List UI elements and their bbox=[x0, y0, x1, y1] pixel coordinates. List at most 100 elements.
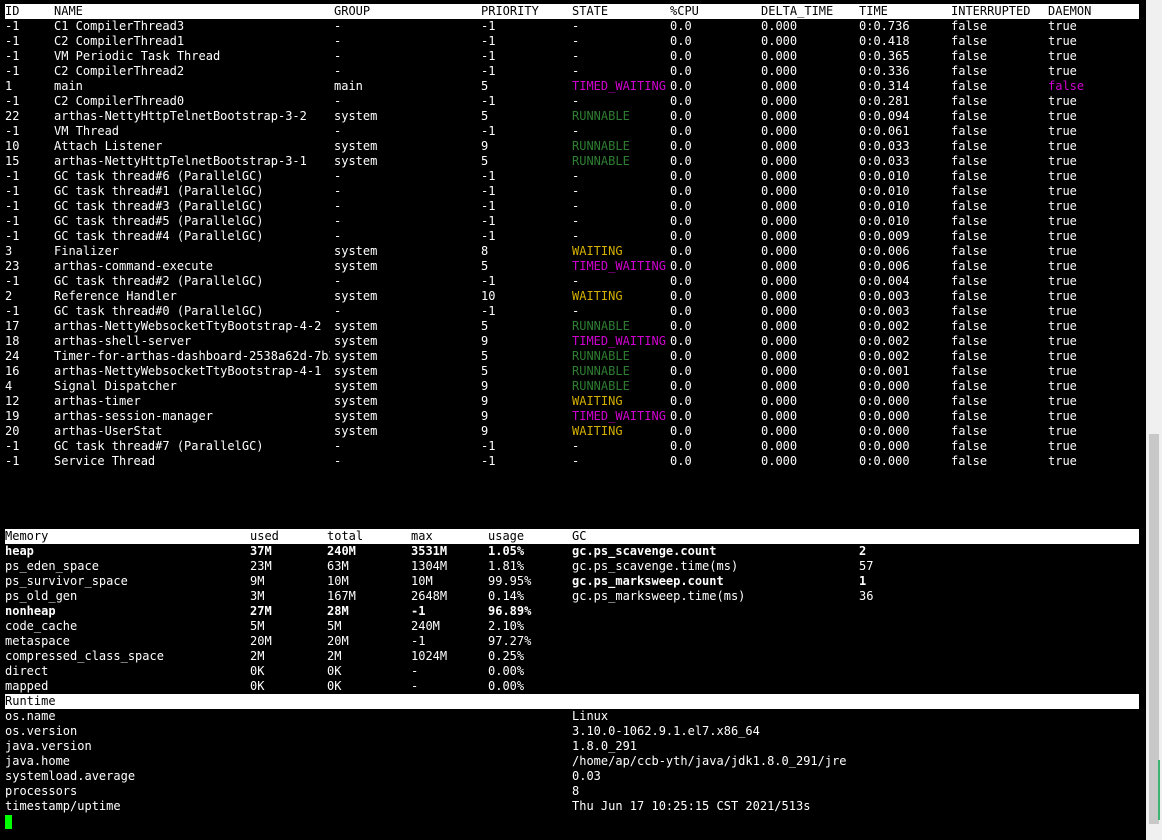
runtime-value: Thu Jun 17 10:25:15 CST 2021/513s bbox=[572, 799, 811, 813]
memory-row: ps_old_gen 3M 167M 2648M 0.14% gc.ps_markswee… bbox=[5, 589, 1139, 604]
thread-cell: 0:0.001 bbox=[859, 364, 910, 378]
thread-row: -1 C2 CompilerThread2 - -1 - 0.0 0.000 0:0.336 f… bbox=[5, 64, 1139, 79]
thread-cell: false bbox=[951, 379, 988, 393]
memory-cell: 0K bbox=[250, 664, 265, 678]
thread-cell: 17 bbox=[5, 319, 20, 333]
thread-cell: -1 bbox=[481, 304, 496, 318]
thread-cell: 0.000 bbox=[761, 244, 798, 258]
thread-cell: 0.000 bbox=[761, 379, 798, 393]
thread-cell: 0.000 bbox=[761, 34, 798, 48]
thread-cell: -1 bbox=[481, 124, 496, 138]
thread-cell: 0.0 bbox=[670, 79, 692, 93]
thread-cell: true bbox=[1048, 229, 1077, 243]
thread-cell: 0:0.000 bbox=[859, 379, 910, 393]
thread-cell: - bbox=[334, 124, 342, 138]
memory-cell: 1.81% bbox=[488, 559, 525, 573]
thread-cell: 20 bbox=[5, 424, 20, 438]
thread-cell: -1 bbox=[481, 454, 496, 468]
thread-cell: true bbox=[1048, 319, 1077, 333]
thread-cell: main bbox=[54, 79, 83, 93]
thread-cell: -1 bbox=[5, 64, 20, 78]
memory-cell: - bbox=[411, 664, 419, 678]
thread-cell: false bbox=[951, 49, 988, 63]
thread-cell: system bbox=[334, 409, 378, 423]
thread-cell: GC task thread#7 (ParallelGC) bbox=[54, 439, 264, 453]
runtime-value: /home/ap/ccb-yth/java/jdk1.8.0_291/jre bbox=[572, 754, 847, 768]
thread-cell: 0:0.009 bbox=[859, 229, 910, 243]
gc-key: gc.ps_marksweep.count bbox=[572, 574, 724, 588]
thread-cell: 0.0 bbox=[670, 409, 692, 423]
thread-cell: -1 bbox=[5, 304, 20, 318]
memory-row: code_cache 5M 5M 240M 2.10% bbox=[5, 619, 1139, 634]
thread-cell: system bbox=[334, 244, 378, 258]
thread-cell: 0.000 bbox=[761, 94, 798, 108]
thread-cell: GC task thread#6 (ParallelGC) bbox=[54, 169, 264, 183]
thread-cell: false bbox=[951, 304, 988, 318]
memory-row: ps_survivor_space 9M 10M 10M 99.95% gc.ps_mar… bbox=[5, 574, 1139, 589]
thread-cell: - bbox=[334, 199, 342, 213]
memory-cell: 9M bbox=[250, 574, 265, 588]
thread-cell: 0:0.004 bbox=[859, 274, 910, 288]
thread-cell: false bbox=[951, 124, 988, 138]
thread-cell: true bbox=[1048, 349, 1077, 363]
thread-cell: true bbox=[1048, 289, 1077, 303]
thread-cell: false bbox=[951, 289, 988, 303]
thread-column-header: DAEMON bbox=[1048, 4, 1092, 18]
thread-cell: - bbox=[334, 64, 342, 78]
vertical-scrollbar[interactable] bbox=[1146, 0, 1162, 840]
thread-cell: true bbox=[1048, 199, 1077, 213]
thread-cell: true bbox=[1048, 124, 1077, 138]
thread-cell: 0:0.418 bbox=[859, 34, 910, 48]
thread-cell: false bbox=[951, 364, 988, 378]
thread-cell: false bbox=[951, 184, 988, 198]
thread-row: -1 GC task thread#7 (ParallelGC) - -1 - 0.0 0.… bbox=[5, 439, 1139, 454]
thread-cell: 0.000 bbox=[761, 184, 798, 198]
thread-cell: 0:0.000 bbox=[859, 439, 910, 453]
thread-cell: - bbox=[572, 64, 580, 78]
thread-cell: TIMED_WAITING bbox=[572, 409, 666, 423]
runtime-row: systemload.average 0.03 bbox=[5, 769, 1139, 784]
memory-cell: 23M bbox=[250, 559, 272, 573]
thread-row: -1 GC task thread#5 (ParallelGC) - -1 - 0.0 0.… bbox=[5, 214, 1139, 229]
thread-cell: - bbox=[334, 229, 342, 243]
thread-cell: true bbox=[1048, 184, 1077, 198]
thread-cell: 0.000 bbox=[761, 424, 798, 438]
thread-cell: C2 CompilerThread1 bbox=[54, 34, 185, 48]
thread-cell: 0:0.033 bbox=[859, 154, 910, 168]
thread-cell: 0:0.002 bbox=[859, 334, 910, 348]
memory-cell: 3M bbox=[250, 589, 265, 603]
memory-row: heap 37M 240M 3531M 1.05% gc.ps_scavenge.coun… bbox=[5, 544, 1139, 559]
thread-cell: 5 bbox=[481, 349, 489, 363]
thread-cell: RUNNABLE bbox=[572, 364, 630, 378]
thread-cell: 0.0 bbox=[670, 334, 692, 348]
thread-cell: RUNNABLE bbox=[572, 349, 630, 363]
thread-cell: -1 bbox=[481, 169, 496, 183]
thread-cell: - bbox=[334, 439, 342, 453]
thread-cell: -1 bbox=[5, 169, 20, 183]
thread-cell: 0.000 bbox=[761, 364, 798, 378]
thread-cell: 0:0.006 bbox=[859, 244, 910, 258]
thread-cell: 0.000 bbox=[761, 289, 798, 303]
thread-cell: true bbox=[1048, 274, 1077, 288]
thread-cell: true bbox=[1048, 259, 1077, 273]
memory-cell: 0K bbox=[250, 679, 265, 693]
runtime-row: java.version 1.8.0_291 bbox=[5, 739, 1139, 754]
thread-row: -1 GC task thread#4 (ParallelGC) - -1 - 0.0 0.… bbox=[5, 229, 1139, 244]
thread-cell: VM Periodic Task Thread bbox=[54, 49, 221, 63]
thread-column-header: PRIORITY bbox=[481, 4, 539, 18]
thread-cell: 22 bbox=[5, 109, 20, 123]
thread-cell: 0.000 bbox=[761, 199, 798, 213]
gc-key: gc.ps_scavenge.time(ms) bbox=[572, 559, 739, 573]
thread-row: -1 C2 CompilerThread1 - -1 - 0.0 0.000 0:0.418 f… bbox=[5, 34, 1139, 49]
thread-cell: Attach Listener bbox=[54, 139, 163, 153]
memory-column-header: total bbox=[327, 529, 364, 543]
terminal-window[interactable]: ID NAME GROUP PRIORITY STATE %CPU DELTA_TIME TI… bbox=[0, 0, 1146, 840]
memory-cell: direct bbox=[5, 664, 49, 678]
thread-cell: - bbox=[572, 184, 580, 198]
runtime-table-header: Runtime bbox=[5, 694, 1139, 709]
thread-row: -1 Service Thread - -1 - 0.0 0.000 0:0.000 false… bbox=[5, 454, 1139, 469]
memory-row: compressed_class_space 2M 2M 1024M 0.25% bbox=[5, 649, 1139, 664]
thread-cell: - bbox=[334, 94, 342, 108]
memory-cell: 0K bbox=[327, 679, 342, 693]
memory-cell: 240M bbox=[411, 619, 440, 633]
